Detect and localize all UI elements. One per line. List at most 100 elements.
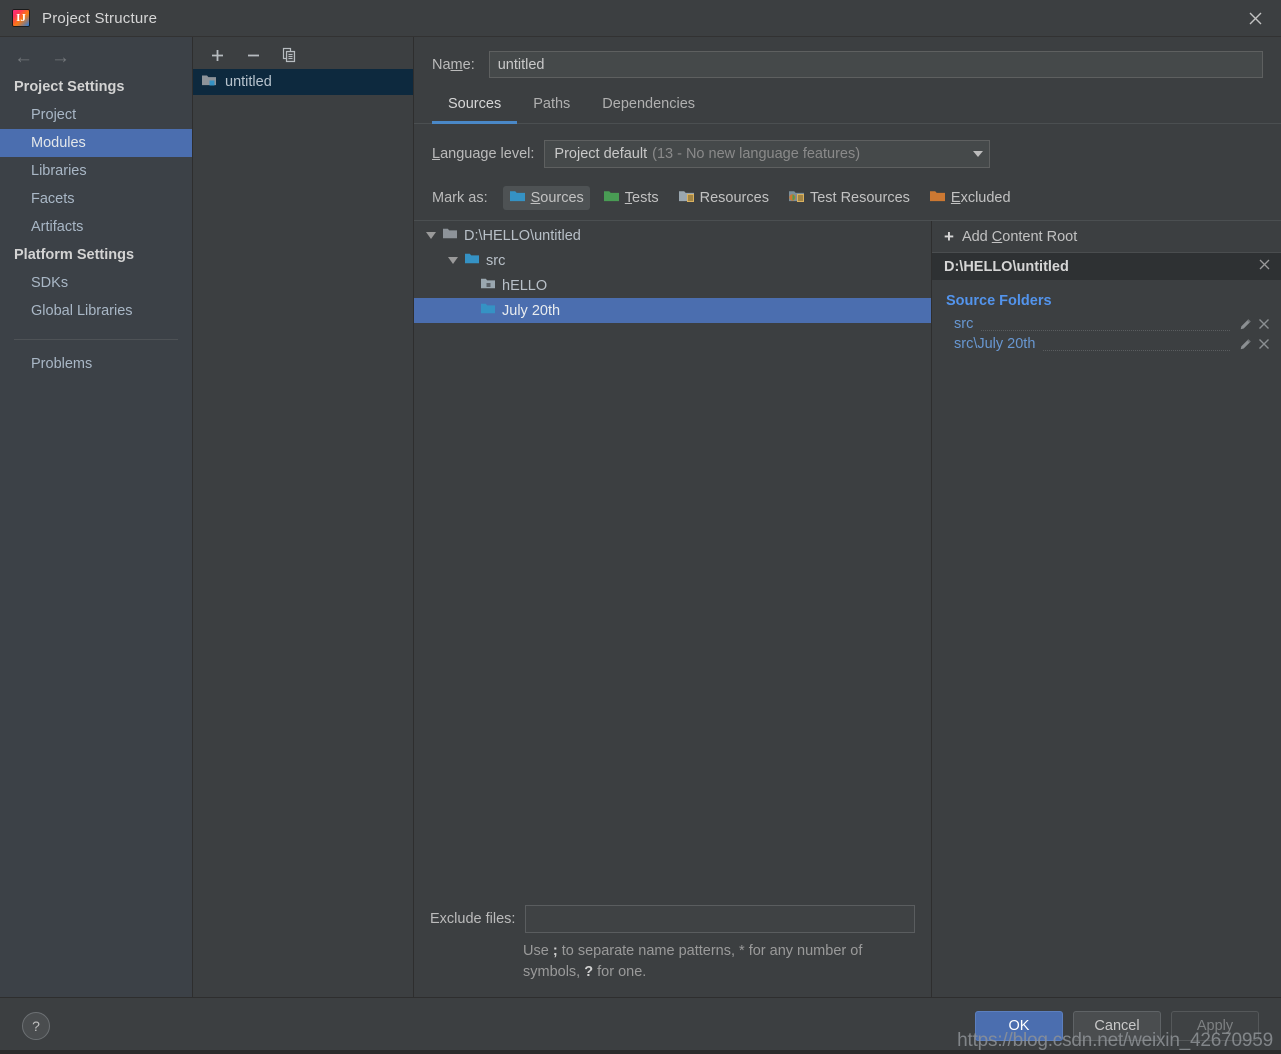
mark-as-tests-label: Tests (624, 190, 659, 206)
mark-as-toolbar: Mark as: Sources Tests Resources Test Re… (414, 168, 1281, 220)
exclude-files-input[interactable] (525, 905, 915, 933)
mark-as-excluded-label: Excluded (950, 190, 1011, 206)
tree-item-label: D:\HELLO\untitled (464, 227, 581, 244)
add-content-root-label: Add Content Root (961, 228, 1078, 245)
language-level-row: Language level: Project default (13 - No… (414, 124, 1281, 168)
tab-dependencies[interactable]: Dependencies (586, 94, 711, 124)
mark-as-test-resources-label: Test Resources (809, 190, 910, 206)
add-module-button[interactable] (207, 45, 227, 65)
mark-as-sources-button[interactable]: Sources (502, 186, 590, 210)
sidebar-item-libraries[interactable]: Libraries (0, 157, 192, 185)
help-button[interactable]: ? (22, 1012, 50, 1040)
intellij-idea-icon: IJ (12, 9, 30, 27)
content-split: D:\HELLO\untitled src hELLO July 20th Ex… (414, 220, 1281, 997)
sidebar-item-artifacts[interactable]: Artifacts (0, 213, 192, 241)
mark-as-tests-button[interactable]: Tests (597, 186, 665, 210)
tree-item-label: hELLO (502, 277, 548, 294)
sidebar-item-project[interactable]: Project (0, 101, 192, 129)
modules-list-panel: untitled (193, 37, 414, 997)
folder-plain-icon (442, 227, 458, 244)
dotted-leader (1043, 338, 1230, 351)
close-icon[interactable] (1258, 258, 1271, 275)
tab-sources[interactable]: Sources (432, 94, 518, 124)
add-content-root-button[interactable]: + Add Content Root (932, 221, 1281, 252)
content-root-tree: D:\HELLO\untitled src hELLO July 20th (414, 221, 931, 905)
close-icon[interactable] (1257, 337, 1271, 351)
apply-button[interactable]: Apply (1171, 1011, 1259, 1041)
hint-part-3: for one. (593, 964, 647, 980)
language-level-select[interactable]: Project default (13 - No new language fe… (544, 140, 991, 168)
table-row[interactable]: July 20th (414, 298, 931, 323)
mark-as-resources-label: Resources (699, 190, 769, 206)
language-level-label: Language level: (432, 146, 535, 162)
folder-resources-icon (678, 189, 695, 207)
content-tree-pane: D:\HELLO\untitled src hELLO July 20th Ex… (414, 221, 932, 997)
module-editor: Name: Sources Paths Dependencies Languag… (414, 37, 1281, 997)
source-folder-path: src (954, 316, 974, 332)
arrow-right-icon[interactable]: → (51, 48, 70, 67)
mark-as-resources-button[interactable]: Resources (672, 186, 775, 210)
folder-sources-icon (480, 302, 496, 319)
module-name-input[interactable] (488, 51, 1263, 78)
plus-icon: + (944, 227, 954, 246)
table-row[interactable]: src (414, 248, 931, 273)
content-root-header: D:\HELLO\untitled (932, 252, 1281, 280)
sidebar-item-sdks[interactable]: SDKs (0, 269, 192, 297)
folder-excluded-icon (929, 189, 946, 207)
sidebar-item-facets[interactable]: Facets (0, 185, 192, 213)
table-row[interactable]: D:\HELLO\untitled (414, 223, 931, 248)
module-folder-icon (201, 73, 217, 91)
dotted-leader (981, 318, 1230, 331)
cancel-button[interactable]: Cancel (1073, 1011, 1161, 1041)
source-folder-path: src\July 20th (954, 336, 1036, 352)
pencil-icon[interactable] (1238, 337, 1253, 352)
sidebar-item-global-libraries[interactable]: Global Libraries (0, 297, 192, 325)
chevron-down-icon[interactable] (448, 257, 458, 264)
sidebar-group-project-settings: Project Settings (14, 79, 125, 95)
tab-paths[interactable]: Paths (517, 94, 586, 124)
copy-module-button[interactable] (279, 45, 299, 65)
folder-sources-icon (509, 189, 526, 207)
arrow-left-icon[interactable]: ← (14, 48, 33, 67)
exclude-files-hint: Use ; to separate name patterns, * for a… (523, 941, 915, 983)
hint-question: ? (584, 964, 594, 980)
ok-button[interactable]: OK (975, 1011, 1063, 1041)
tree-item-label: src (486, 252, 506, 269)
pencil-icon[interactable] (1238, 317, 1253, 332)
bottom-strip (0, 1050, 1281, 1054)
sidebar-item-modules[interactable]: Modules (0, 129, 192, 157)
module-name: untitled (225, 74, 272, 90)
hint-part-1: Use (523, 943, 553, 959)
sidebar-group-platform-settings: Platform Settings (14, 247, 135, 263)
close-icon[interactable] (1229, 0, 1281, 36)
mark-as-excluded-button[interactable]: Excluded (923, 186, 1017, 210)
mark-as-test-resources-button[interactable]: Test Resources (782, 186, 916, 210)
folder-tests-icon (603, 189, 620, 207)
chevron-down-icon[interactable] (426, 232, 436, 239)
list-item[interactable]: src\July 20th (932, 334, 1281, 354)
tree-item-label: July 20th (502, 302, 561, 319)
folder-package-icon (480, 277, 496, 294)
mark-as-label: Mark as: (432, 190, 488, 206)
settings-sidebar: ← → Project Settings Project Modules Lib… (0, 37, 193, 997)
language-level-value: Project default (554, 146, 648, 162)
content-roots-panel: + Add Content Root D:\HELLO\untitled Sou… (932, 221, 1281, 997)
chevron-down-icon (973, 151, 984, 157)
table-row[interactable]: hELLO (414, 273, 931, 298)
remove-module-button[interactable] (243, 45, 263, 65)
source-folders-title: Source Folders (946, 293, 1052, 309)
project-structure-dialog: IJ Project Structure ← → Project Setting… (0, 0, 1281, 1054)
dialog-body: ← → Project Settings Project Modules Lib… (0, 36, 1281, 997)
module-tabs: Sources Paths Dependencies (414, 78, 1281, 124)
exclude-files-area: Exclude files: Use ; to separate name pa… (414, 905, 931, 997)
list-item[interactable]: src (932, 314, 1281, 334)
folder-test-resources-icon (788, 189, 805, 207)
close-icon[interactable] (1257, 317, 1271, 331)
footer-buttons: OK Cancel Apply (975, 1011, 1259, 1041)
sidebar-item-problems[interactable]: Problems (0, 350, 192, 378)
list-item[interactable]: untitled (193, 69, 413, 95)
module-name-row: Name: (414, 37, 1281, 78)
content-root-path: D:\HELLO\untitled (944, 258, 1069, 275)
mark-as-sources-label: Sources (530, 190, 584, 206)
folder-sources-icon (464, 252, 480, 269)
